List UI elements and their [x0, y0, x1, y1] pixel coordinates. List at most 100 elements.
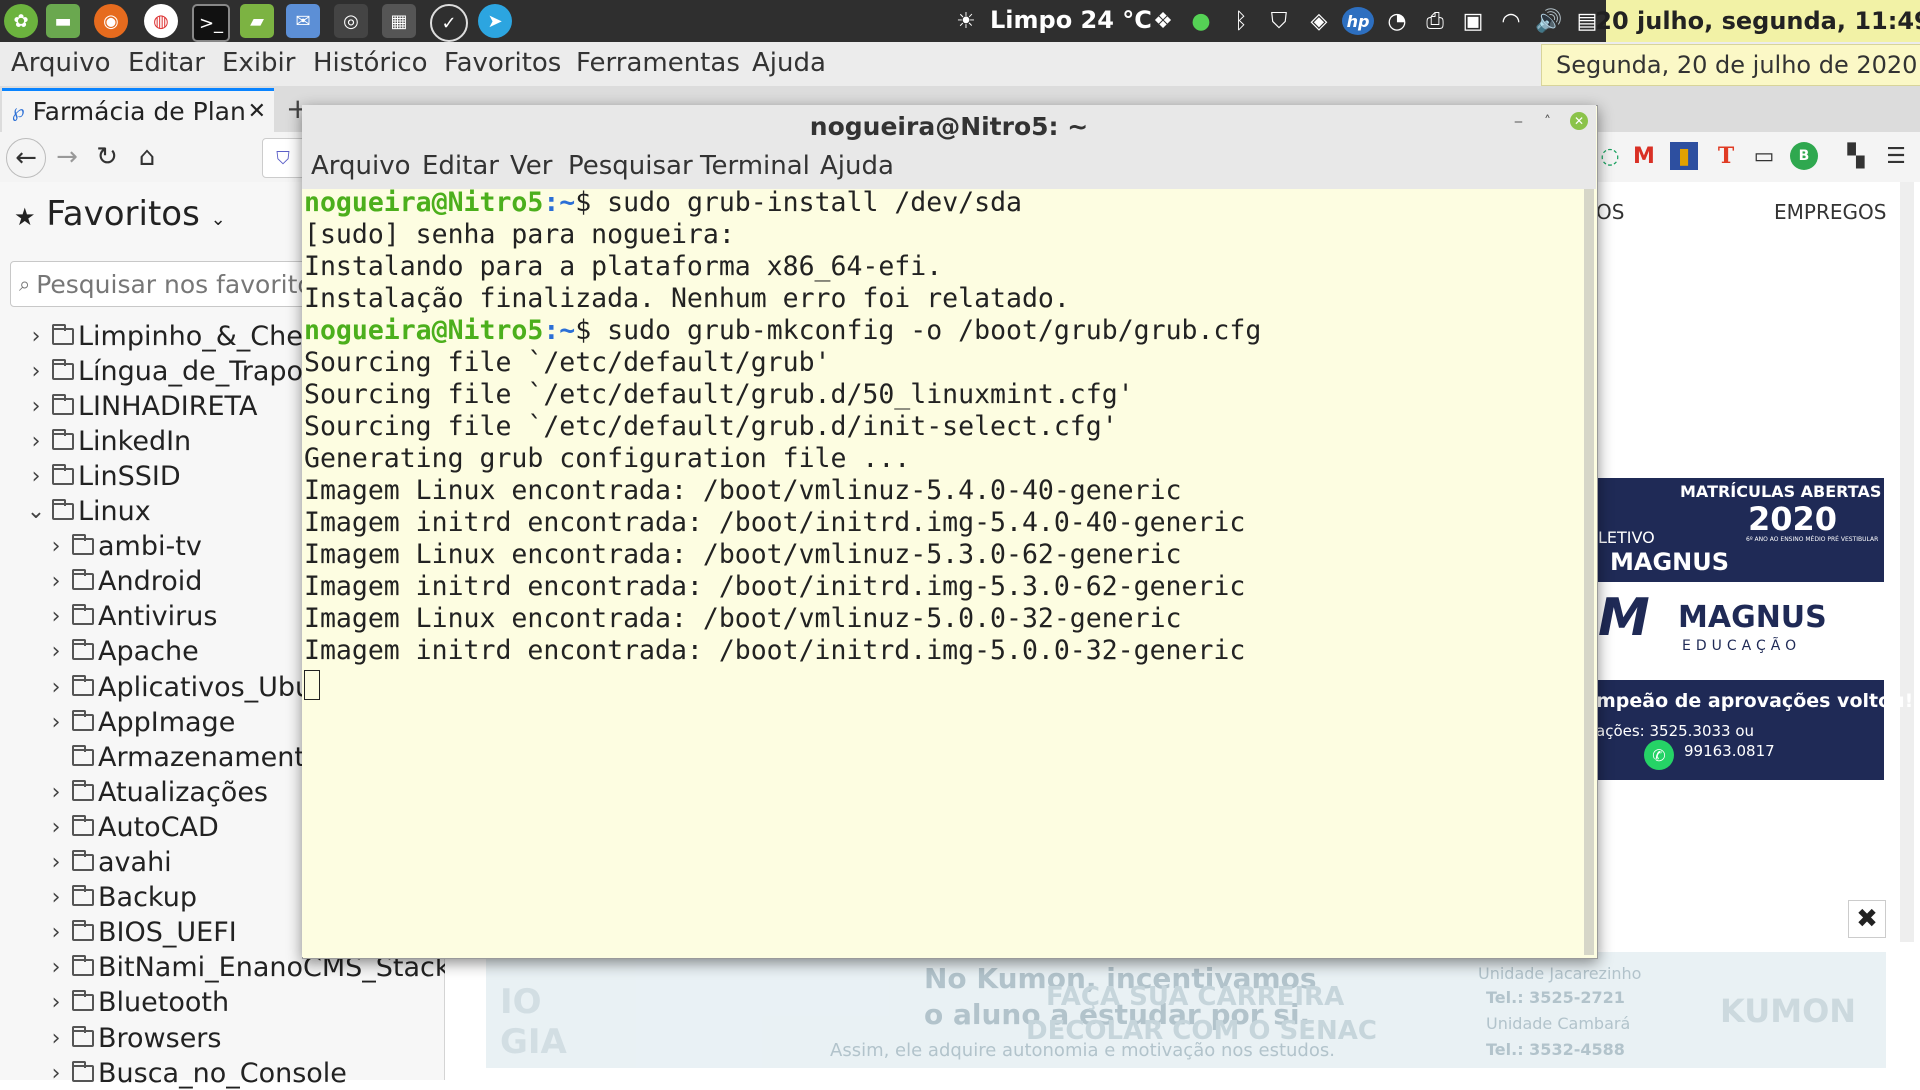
chevron-down-icon[interactable]: ⌄ — [26, 499, 46, 524]
close-icon[interactable]: ✕ — [1570, 112, 1588, 130]
chevron-right-icon[interactable]: › — [46, 885, 66, 910]
bookmark-folder[interactable]: › Atualizações — [46, 775, 268, 809]
chevron-right-icon[interactable]: › — [46, 710, 66, 735]
tab-close-icon[interactable]: ✕ — [248, 99, 266, 124]
bookmark-folder[interactable]: › avahi — [46, 846, 172, 880]
chevron-right-icon[interactable]: › — [26, 324, 46, 349]
bookmark-folder[interactable]: Armazenamento_ — [46, 740, 335, 774]
terminal-scrollbar[interactable] — [1584, 189, 1594, 955]
maximize-icon[interactable]: ˄ — [1544, 114, 1551, 130]
whatsapp-ext-icon[interactable]: ◌ — [1596, 142, 1624, 170]
chevron-right-icon[interactable]: › — [46, 569, 66, 594]
weather-text[interactable]: Limpo 24 °C — [990, 6, 1152, 34]
bookmark-folder[interactable]: › LINHADIRETA — [26, 389, 258, 423]
files-icon[interactable]: ▰ — [240, 4, 274, 38]
chevron-right-icon[interactable]: › — [46, 990, 66, 1015]
terminal-icon[interactable]: >_ — [192, 4, 230, 42]
stats-ext-icon[interactable]: ▮ — [1670, 142, 1698, 170]
term-menu-editar[interactable]: Editar — [422, 151, 499, 181]
ad-magnus-logo[interactable]: M MAGNUS EDUCAÇÃO — [1596, 582, 1884, 680]
menu-historico[interactable]: Histórico — [313, 48, 428, 78]
nav-link-fragment[interactable]: OS — [1596, 200, 1624, 224]
chevron-right-icon[interactable]: › — [46, 534, 66, 559]
chevron-right-icon[interactable]: › — [46, 1061, 66, 1086]
bookmark-folder[interactable]: › BIOS_UEFI — [46, 916, 237, 950]
bookmark-folder[interactable]: › Backup — [46, 881, 197, 915]
printer-icon[interactable]: ⎙ — [1420, 7, 1450, 35]
bookmark-folder[interactable]: › Busca_no_Console — [46, 1056, 347, 1090]
hamburger-menu-icon[interactable]: ☰ — [1882, 142, 1910, 170]
page-scrollbar[interactable] — [1900, 182, 1914, 942]
mint-menu-icon[interactable]: ✿ — [4, 4, 38, 38]
menu-ferramentas[interactable]: Ferramentas — [576, 48, 740, 78]
bookmark-folder[interactable]: › ambi-tv — [46, 530, 202, 564]
bookmark-folder[interactable]: › Língua_de_Trapo — [26, 354, 303, 388]
menu-exibir[interactable]: Exibir — [222, 48, 295, 78]
chevron-right-icon[interactable]: › — [46, 604, 66, 629]
chevron-right-icon[interactable]: › — [46, 1026, 66, 1051]
clock-app-icon[interactable]: ✓ — [430, 4, 468, 42]
hp-icon[interactable]: hp — [1342, 7, 1374, 35]
menu-editar[interactable]: Editar — [128, 48, 205, 78]
close-ad-icon[interactable]: ✖ — [1848, 900, 1886, 938]
menu-favoritos[interactable]: Favoritos — [444, 48, 561, 78]
bookmark-folder[interactable]: › Apache — [46, 635, 199, 669]
ad-magnus-top[interactable]: MATRÍCULAS ABERTAS 2020 6º ANO AO ENSINO… — [1596, 478, 1884, 582]
term-menu-terminal[interactable]: Terminal — [700, 151, 810, 181]
chevron-right-icon[interactable]: › — [46, 780, 66, 805]
bookmark-folder[interactable]: ⌄ Linux — [26, 495, 151, 529]
chevron-right-icon[interactable]: › — [26, 359, 46, 384]
mail-icon[interactable]: ✉ — [286, 4, 320, 38]
shield-icon[interactable]: ⛉ — [1264, 7, 1294, 35]
nav-link-empregos[interactable]: EMPREGOS — [1774, 200, 1886, 224]
bookmark-folder[interactable]: › Android — [46, 565, 203, 599]
menu-arquivo[interactable]: Arquivo — [11, 48, 111, 78]
weather-sun-icon[interactable]: ☀ — [948, 7, 984, 35]
chevron-right-icon[interactable]: › — [46, 815, 66, 840]
ad-magnus-bottom[interactable]: mpeão de aprovações voltou! ações: 3525.… — [1596, 680, 1913, 780]
show-desktop-icon[interactable]: ▬ — [46, 4, 80, 38]
chevron-right-icon[interactable]: › — [46, 955, 66, 980]
telegram-icon[interactable]: ➤ — [478, 4, 512, 38]
tracking-shield-icon[interactable]: ⛉ — [262, 138, 304, 178]
nvidia-icon[interactable]: ◈ — [1302, 7, 1336, 35]
sidebar-title[interactable]: ★ Favoritos ⌄ — [14, 194, 226, 234]
bookmark-folder[interactable]: › Bluetooth — [46, 986, 229, 1020]
home-icon[interactable]: ⌂ — [128, 138, 166, 176]
webcam-icon[interactable]: ◎ — [334, 4, 368, 38]
bookmark-folder[interactable]: › LinSSID — [26, 459, 181, 493]
bookmark-folder[interactable]: › Browsers — [46, 1021, 222, 1055]
bluetooth-icon[interactable]: ᛒ — [1226, 7, 1256, 35]
menu-ajuda[interactable]: Ajuda — [752, 48, 826, 78]
chevron-right-icon[interactable]: › — [46, 920, 66, 945]
screenshot-icon[interactable]: ▣ — [1458, 7, 1488, 35]
chevron-right-icon[interactable]: › — [46, 850, 66, 875]
bookmark-folder[interactable]: › AutoCAD — [46, 810, 219, 844]
chevron-right-icon[interactable]: › — [46, 639, 66, 664]
wifi-icon[interactable]: ◠ — [1496, 7, 1526, 35]
term-menu-ajuda[interactable]: Ajuda — [820, 151, 894, 181]
b-ext-icon[interactable]: B — [1790, 142, 1818, 170]
volume-icon[interactable]: 🔊 — [1534, 7, 1564, 35]
timer-icon[interactable]: ◔ — [1382, 7, 1412, 35]
chrome-icon[interactable]: ◍ — [144, 4, 178, 38]
dropbox-icon[interactable]: ❖ — [1148, 7, 1178, 35]
chevron-right-icon[interactable]: › — [26, 464, 46, 489]
term-menu-arquivo[interactable]: Arquivo — [311, 151, 411, 181]
chevron-right-icon[interactable]: › — [26, 394, 46, 419]
gmail-ext-icon[interactable]: M — [1630, 142, 1658, 170]
tab-farmacia[interactable]: ℘ Farmácia de Plan ✕ — [2, 88, 274, 132]
cast-ext-icon[interactable]: ▭ — [1750, 142, 1778, 170]
translate-ext-icon[interactable]: T — [1712, 142, 1740, 170]
minimize-icon[interactable]: ‒ — [1514, 114, 1523, 130]
calculator-icon[interactable]: ▦ — [382, 4, 416, 38]
bookmark-folder[interactable]: › Limpinho_&_Cheiro — [26, 319, 338, 353]
bookmark-folder[interactable]: › LinkedIn — [26, 424, 192, 458]
term-menu-ver[interactable]: Ver — [510, 151, 552, 181]
chevron-right-icon[interactable]: › — [46, 675, 66, 700]
sync-icon[interactable]: ● — [1186, 7, 1216, 35]
back-icon[interactable]: ← — [6, 138, 46, 178]
bookmark-folder[interactable]: › Antivirus — [46, 600, 218, 634]
forward-icon[interactable]: → — [48, 138, 86, 176]
clock[interactable]: 20 julho, segunda, 11:49 — [1595, 0, 1920, 42]
